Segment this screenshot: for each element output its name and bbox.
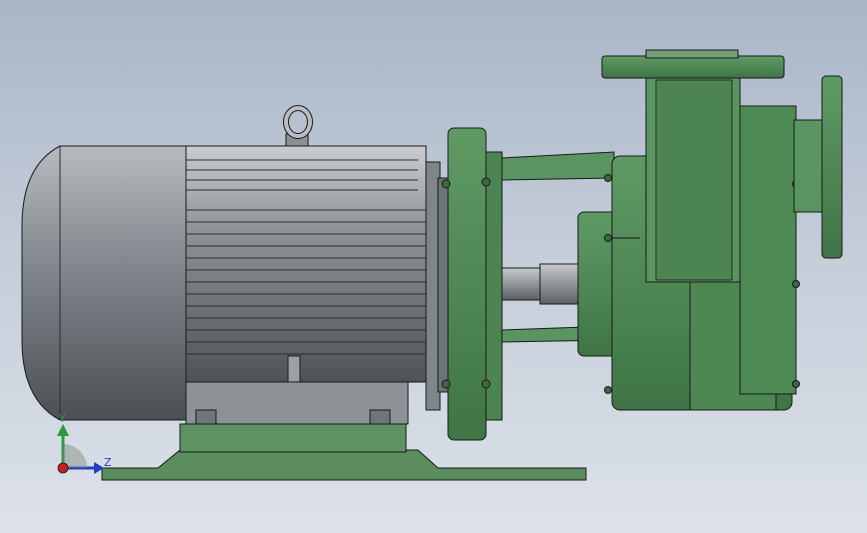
cad-viewport: Y Z — [21, 49, 843, 481]
lifting-eye-icon — [283, 105, 313, 139]
axis-triad: Y Z — [57, 412, 112, 474]
red-dot-icon — [57, 462, 69, 474]
suction-flange — [793, 75, 843, 259]
motor-end-flange — [425, 161, 449, 411]
motor-fan-cover — [21, 145, 187, 421]
z-axis-label: Z — [104, 456, 112, 469]
motor-body — [185, 133, 427, 425]
drive-shaft — [501, 263, 581, 305]
base-plate — [101, 423, 587, 481]
y-axis-label: Y — [58, 412, 66, 425]
